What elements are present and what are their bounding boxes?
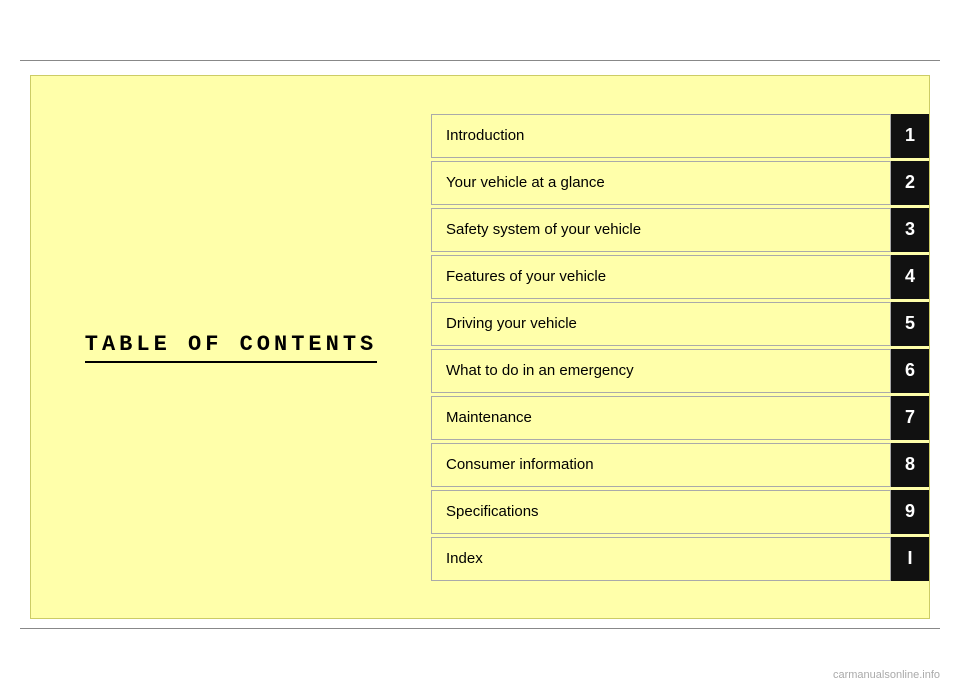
toc-item-label: Specifications xyxy=(431,490,891,534)
toc-item-number: 4 xyxy=(891,255,929,299)
table-row[interactable]: Specifications9 xyxy=(431,490,929,534)
toc-item-number: 1 xyxy=(891,114,929,158)
toc-item-number: 7 xyxy=(891,396,929,440)
toc-item-label: Safety system of your vehicle xyxy=(431,208,891,252)
toc-item-label: Introduction xyxy=(431,114,891,158)
table-row[interactable]: Your vehicle at a glance2 xyxy=(431,161,929,205)
toc-item-number: 2 xyxy=(891,161,929,205)
toc-item-number: 3 xyxy=(891,208,929,252)
left-panel: TABLE OF CONTENTS xyxy=(31,76,431,618)
top-rule xyxy=(20,60,940,61)
toc-item-label: Features of your vehicle xyxy=(431,255,891,299)
table-row[interactable]: Safety system of your vehicle3 xyxy=(431,208,929,252)
toc-heading: TABLE OF CONTENTS xyxy=(85,332,377,363)
toc-item-label: Maintenance xyxy=(431,396,891,440)
table-row[interactable]: What to do in an emergency6 xyxy=(431,349,929,393)
toc-item-number: 5 xyxy=(891,302,929,346)
table-row[interactable]: Consumer information8 xyxy=(431,443,929,487)
toc-item-number: 8 xyxy=(891,443,929,487)
table-row[interactable]: Features of your vehicle4 xyxy=(431,255,929,299)
toc-item-label: What to do in an emergency xyxy=(431,349,891,393)
main-container: TABLE OF CONTENTS Introduction1Your vehi… xyxy=(30,75,930,619)
bottom-rule xyxy=(20,628,940,629)
toc-item-number: 9 xyxy=(891,490,929,534)
toc-item-label: Consumer information xyxy=(431,443,891,487)
toc-item-label: Index xyxy=(431,537,891,581)
toc-item-number: I xyxy=(891,537,929,581)
toc-item-number: 6 xyxy=(891,349,929,393)
toc-list: Introduction1Your vehicle at a glance2Sa… xyxy=(431,76,929,618)
table-row[interactable]: Maintenance7 xyxy=(431,396,929,440)
table-row[interactable]: IndexI xyxy=(431,537,929,581)
toc-item-label: Driving your vehicle xyxy=(431,302,891,346)
toc-item-label: Your vehicle at a glance xyxy=(431,161,891,205)
table-row[interactable]: Driving your vehicle5 xyxy=(431,302,929,346)
watermark: carmanualsonline.info xyxy=(833,669,940,681)
table-row[interactable]: Introduction1 xyxy=(431,114,929,158)
